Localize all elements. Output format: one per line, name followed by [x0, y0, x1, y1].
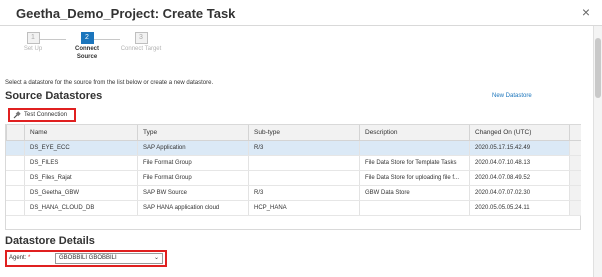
wizard-step-number: 1: [26, 32, 40, 44]
cell-type: File Format Group: [137, 156, 248, 170]
select-all-checkbox[interactable]: [6, 125, 24, 140]
new-datastore-link[interactable]: New Datastore: [492, 93, 532, 99]
table-row[interactable]: DS_EYE_ECC SAP Application R/3 2020.05.1…: [6, 141, 581, 156]
cell-type: SAP HANA application cloud: [137, 201, 248, 215]
test-connection-button[interactable]: Test Connection: [8, 108, 76, 122]
datastore-details-heading: Datastore Details: [5, 235, 95, 247]
cell-description: [359, 201, 469, 215]
cell-changed-on: 2020.04.07.10.48.13: [469, 156, 569, 170]
wizard-step-number: 3: [134, 32, 148, 44]
cell-description: GBW Data Store: [359, 186, 469, 200]
dialog-title: Geetha_Demo_Project: Create Task: [16, 6, 236, 21]
column-header-type[interactable]: Type: [137, 125, 248, 140]
table-row[interactable]: DS_HANA_CLOUD_DB SAP HANA application cl…: [6, 201, 581, 216]
dialog-titlebar: Geetha_Demo_Project: Create Task ×: [0, 0, 602, 26]
cell-subtype: HCP_HANA: [248, 201, 359, 215]
column-header-changed-on[interactable]: Changed On (UTC): [469, 125, 569, 140]
cell-subtype: [248, 171, 359, 185]
instruction-text: Select a datastore for the source from t…: [5, 80, 214, 86]
column-header-name[interactable]: Name: [24, 125, 137, 140]
table-row[interactable]: DS_FILES File Format Group File Data Sto…: [6, 156, 581, 171]
dialog-scrollbar[interactable]: [593, 26, 602, 277]
table-scrollbar-track[interactable]: [569, 141, 581, 155]
source-datastores-heading: Source Datastores: [5, 90, 103, 102]
cell-name: DS_FILES: [24, 156, 137, 170]
table-scrollbar-corner: [569, 125, 581, 140]
cell-subtype: [248, 156, 359, 170]
cell-changed-on: 2020.04.07.08.49.52: [469, 171, 569, 185]
table-scrollbar-track[interactable]: [569, 171, 581, 185]
row-selector[interactable]: [6, 171, 24, 185]
agent-label: Agent: *: [9, 255, 31, 261]
cell-name: DS_HANA_CLOUD_DB: [24, 201, 137, 215]
wizard-step-number: 2: [80, 32, 94, 44]
wizard-step-label: Set Up: [23, 46, 43, 52]
cell-subtype: R/3: [248, 186, 359, 200]
required-marker: *: [28, 255, 31, 261]
wizard-step-label: Connect: [75, 46, 99, 52]
agent-label-text: Agent: [9, 255, 25, 261]
wizard-step-connect-source[interactable]: 2 Connect Source: [62, 32, 112, 60]
wizard-steps: 1 Set Up 2 Connect Source 3 Connect Targ…: [6, 29, 176, 74]
close-icon[interactable]: ×: [582, 4, 590, 20]
cell-name: DS_Files_Rajat: [24, 171, 137, 185]
cell-changed-on: 2020.05.05.05.24.11: [469, 201, 569, 215]
row-selector[interactable]: [6, 186, 24, 200]
chevron-down-icon[interactable]: ⌄: [154, 254, 159, 263]
cell-type: File Format Group: [137, 171, 248, 185]
cell-changed-on: 2020.05.17.15.42.49: [469, 141, 569, 155]
test-connection-label: Test Connection: [24, 112, 68, 118]
cell-description: File Data Store for Template Tasks: [359, 156, 469, 170]
cell-description: [359, 141, 469, 155]
agent-select[interactable]: GBOBBILI GBOBBILI ⌄: [55, 253, 163, 264]
row-selector[interactable]: [6, 201, 24, 215]
cell-name: DS_Geetha_GBW: [24, 186, 137, 200]
cell-changed-on: 2020.04.07.07.02.30: [469, 186, 569, 200]
cell-subtype: R/3: [248, 141, 359, 155]
cell-type: SAP BW Source: [137, 186, 248, 200]
table-scrollbar-track[interactable]: [569, 201, 581, 215]
row-selector[interactable]: [6, 141, 24, 155]
table-scrollbar-track[interactable]: [569, 186, 581, 200]
table-row[interactable]: DS_Geetha_GBW SAP BW Source R/3 GBW Data…: [6, 186, 581, 201]
cell-type: SAP Application: [137, 141, 248, 155]
column-header-description[interactable]: Description: [359, 125, 469, 140]
column-header-subtype[interactable]: Sub-type: [248, 125, 359, 140]
wizard-step-label: Connect Target: [120, 46, 162, 52]
cell-description: File Data Store for uploading file f...: [359, 171, 469, 185]
agent-field-group: Agent: * GBOBBILI GBOBBILI ⌄: [5, 250, 167, 267]
wizard-step-connect-target[interactable]: 3 Connect Target: [116, 32, 166, 52]
table-row[interactable]: DS_Files_Rajat File Format Group File Da…: [6, 171, 581, 186]
wizard-step-label-line2: Source: [76, 54, 98, 60]
agent-select-value: GBOBBILI GBOBBILI: [59, 255, 117, 261]
row-selector[interactable]: [6, 156, 24, 170]
table-scrollbar-track[interactable]: [569, 156, 581, 170]
dialog-scrollbar-thumb[interactable]: [595, 38, 601, 98]
table-header: Name Type Sub-type Description Changed O…: [6, 125, 581, 141]
cell-name: DS_EYE_ECC: [24, 141, 137, 155]
wizard-step-setup[interactable]: 1 Set Up: [8, 32, 58, 52]
datastore-table: Name Type Sub-type Description Changed O…: [5, 124, 581, 230]
plug-icon: [13, 111, 21, 119]
